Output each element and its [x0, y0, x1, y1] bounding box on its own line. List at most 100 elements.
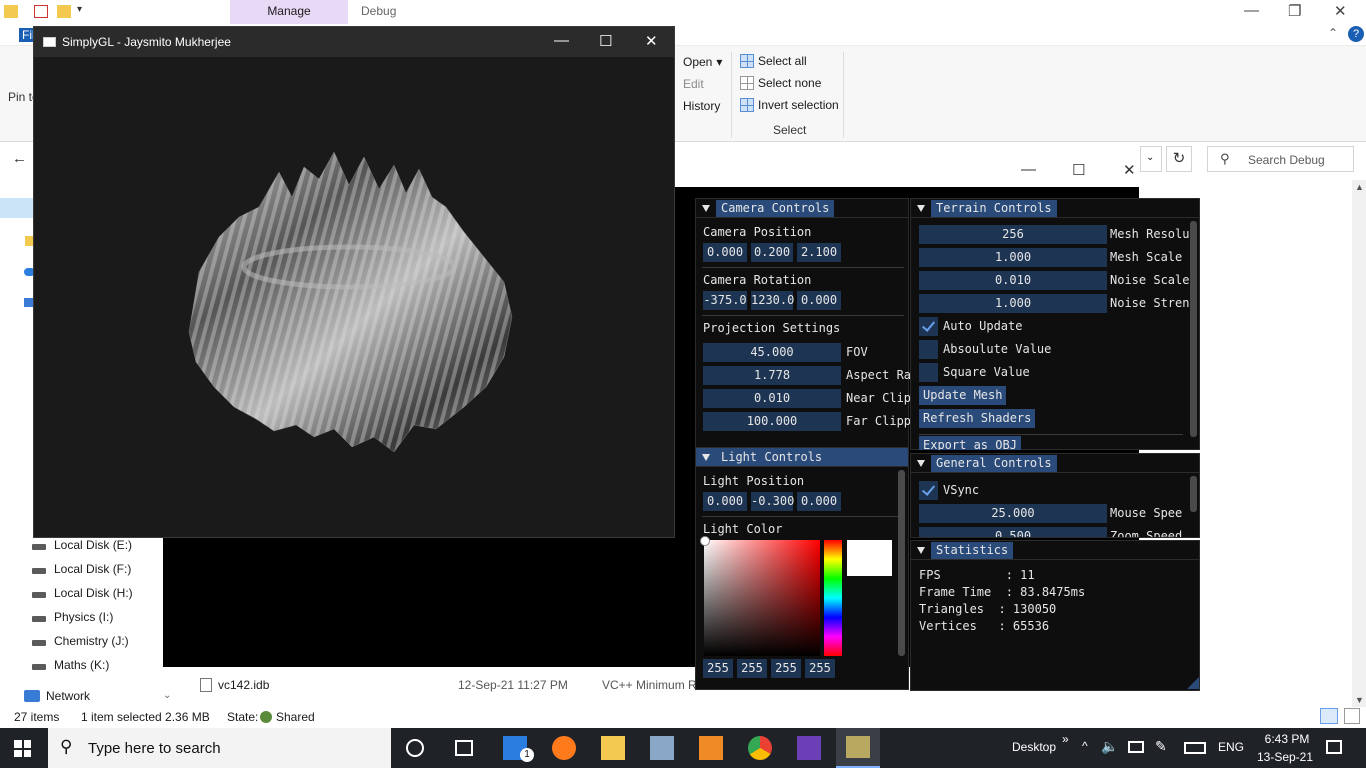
folder-icon[interactable] [4, 5, 18, 18]
statistics-header[interactable]: Statistics [911, 541, 1199, 560]
close-icon[interactable]: ✕ [1334, 2, 1347, 20]
chrome-icon[interactable] [748, 736, 772, 760]
terrain-scrollbar[interactable] [1190, 221, 1197, 437]
update-mesh-button[interactable]: Update Mesh [919, 386, 1007, 405]
minimize-icon[interactable]: — [554, 32, 569, 49]
collapse-arrow-icon[interactable] [917, 547, 925, 554]
sidebar-item-network[interactable]: Network [24, 689, 90, 703]
camera-rot-z-input[interactable]: 0.000 [797, 291, 841, 310]
collapse-arrow-icon[interactable] [917, 460, 925, 467]
simplygl-taskbar-button[interactable] [836, 728, 880, 768]
notifications-icon[interactable] [1326, 740, 1342, 754]
show-hidden-icons-icon[interactable]: ^ [1082, 739, 1088, 753]
select-all-button[interactable]: Select all [740, 54, 807, 68]
back-arrow-icon[interactable]: ← [12, 150, 27, 167]
collapse-arrow-icon[interactable] [702, 205, 710, 212]
taskbar-search-box[interactable]: ⚲ Type here to search [48, 728, 391, 768]
light-pos-x-input[interactable]: 0.000 [703, 492, 747, 511]
general-scrollbar[interactable] [1190, 476, 1197, 512]
maximize-icon[interactable]: ☐ [599, 32, 612, 50]
clock-date[interactable]: 13-Sep-21 [1254, 750, 1316, 764]
zoom-speed-input[interactable]: 0.500 [919, 527, 1107, 537]
language-indicator[interactable]: ENG [1218, 740, 1244, 754]
close-icon[interactable]: ✕ [1123, 161, 1136, 179]
light-pos-z-input[interactable]: 0.000 [797, 492, 841, 511]
general-controls-header[interactable]: General Controls [911, 454, 1199, 473]
file-row[interactable] [200, 678, 212, 695]
refresh-shaders-button[interactable]: Refresh Shaders [919, 409, 1036, 428]
file-explorer-icon[interactable] [601, 736, 625, 760]
color-b-input[interactable]: 255 [771, 659, 801, 678]
far-clip-input[interactable]: 100.000 [703, 412, 841, 431]
sublime-text-icon[interactable] [699, 736, 723, 760]
visual-studio-icon[interactable] [797, 736, 821, 760]
auto-update-checkbox[interactable] [919, 317, 938, 336]
camera-rot-x-input[interactable]: -375.0 [703, 291, 747, 310]
help-icon[interactable]: ? [1348, 26, 1364, 42]
scroll-down-icon[interactable]: ▼ [1355, 695, 1364, 705]
collapse-arrow-icon[interactable] [702, 454, 710, 461]
file-list-scrollbar[interactable]: ▲ ▼ [1352, 180, 1366, 707]
sidebar-item-drive-f[interactable]: Local Disk (F:) [32, 562, 131, 576]
resize-grip-icon[interactable] [1187, 677, 1199, 689]
collapse-arrow-icon[interactable] [917, 205, 925, 212]
more-chevron-icon[interactable]: » [1062, 732, 1069, 746]
restore-icon[interactable]: ❐ [1288, 2, 1301, 20]
mesh-scale-input[interactable]: 1.000 [919, 248, 1107, 267]
terrain-controls-header[interactable]: Terrain Controls [911, 199, 1199, 218]
hue-slider[interactable] [824, 540, 842, 656]
near-clip-input[interactable]: 0.010 [703, 389, 841, 408]
scroll-up-icon[interactable]: ▲ [1355, 182, 1364, 192]
sidebar-item-drive-i[interactable]: Physics (I:) [32, 610, 113, 624]
color-g-input[interactable]: 255 [737, 659, 767, 678]
open-button[interactable]: Open ▾ [683, 55, 722, 69]
camera-pos-x-input[interactable]: 0.000 [703, 243, 747, 262]
cortana-icon[interactable] [406, 739, 424, 757]
clock-time[interactable]: 6:43 PM [1258, 732, 1316, 746]
camera-pos-z-input[interactable]: 2.100 [797, 243, 841, 262]
light-scrollbar[interactable] [898, 470, 905, 656]
mesh-resolution-input[interactable]: 256 [919, 225, 1107, 244]
history-button[interactable]: History [683, 99, 720, 113]
vsync-checkbox[interactable] [919, 481, 938, 500]
start-windows-icon[interactable] [14, 740, 31, 757]
aspect-ratio-input[interactable]: 1.778 [703, 366, 841, 385]
noise-strength-input[interactable]: 1.000 [919, 294, 1107, 313]
mouse-speed-input[interactable]: 25.000 [919, 504, 1107, 523]
camera-rot-y-input[interactable]: 1230.0 [751, 291, 794, 310]
light-pos-y-input[interactable]: -0.300 [751, 492, 794, 511]
export-obj-button[interactable]: Export as OBJ [919, 436, 1021, 450]
collapse-ribbon-icon[interactable]: ⌃ [1328, 26, 1338, 40]
noise-scale-input[interactable]: 0.010 [919, 271, 1107, 290]
address-dropdown[interactable]: ⌄ [1140, 146, 1162, 172]
large-icons-view-icon[interactable] [1344, 708, 1360, 724]
color-picker-cursor[interactable] [700, 536, 710, 546]
network-status-icon[interactable] [1128, 741, 1144, 753]
invert-selection-button[interactable]: Invert selection [740, 98, 839, 112]
color-a-input[interactable]: 255 [805, 659, 835, 678]
customize-chevron-icon[interactable]: ▾ [77, 4, 82, 15]
camera-pos-y-input[interactable]: 0.200 [751, 243, 793, 262]
sidebar-item-drive-j[interactable]: Chemistry (J:) [32, 634, 129, 648]
photos-icon[interactable] [650, 736, 674, 760]
minimize-icon[interactable]: — [1244, 2, 1259, 19]
task-view-icon[interactable] [455, 740, 473, 756]
sidebar-item-drive-h[interactable]: Local Disk (H:) [32, 586, 133, 600]
search-input[interactable]: ⚲ Search Debug [1207, 146, 1354, 172]
color-r-input[interactable]: 255 [703, 659, 733, 678]
maximize-icon[interactable]: ☐ [1072, 161, 1085, 179]
absolute-value-checkbox[interactable] [919, 340, 938, 359]
firefox-icon[interactable] [552, 736, 576, 760]
tab-manage[interactable]: Manage [230, 0, 348, 24]
fov-input[interactable]: 45.000 [703, 343, 841, 362]
terrain-viewport[interactable] [34, 57, 674, 537]
light-controls-header[interactable]: Light Controls [696, 448, 908, 467]
camera-controls-header[interactable]: Camera Controls [696, 199, 908, 218]
close-icon[interactable]: ✕ [645, 32, 658, 50]
select-none-button[interactable]: Select none [740, 76, 821, 90]
sidebar-item-drive-k[interactable]: Maths (K:) [32, 658, 109, 672]
details-view-icon[interactable] [1320, 708, 1338, 724]
sidebar-scroll-down-icon[interactable]: ⌄ [163, 690, 171, 701]
color-sv-picker[interactable] [704, 540, 820, 656]
refresh-button[interactable]: ↻ [1166, 146, 1192, 172]
